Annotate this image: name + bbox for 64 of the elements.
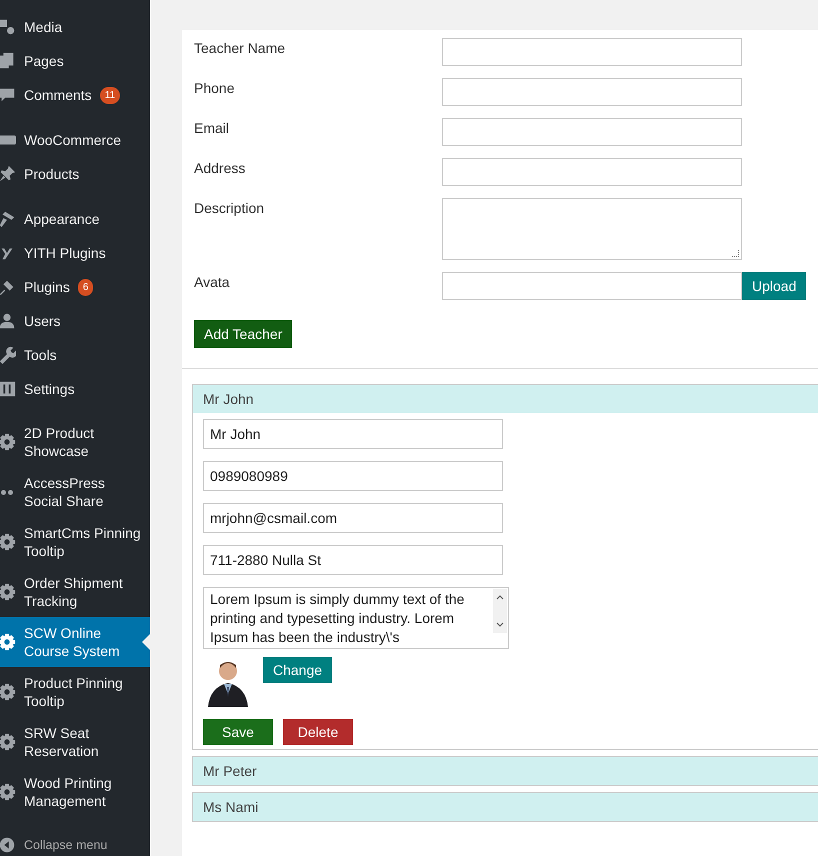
input-field[interactable]: Mr John <box>203 419 503 449</box>
menu-item[interactable]: Settings <box>0 372 150 406</box>
count-badge: 11 <box>100 86 120 104</box>
pages-icon <box>0 52 16 70</box>
user-icon <box>0 312 16 330</box>
input-field[interactable] <box>442 78 742 106</box>
delete-button[interactable]: Delete <box>283 719 353 745</box>
field-label: Avata <box>194 274 231 290</box>
wrench-icon <box>0 346 16 364</box>
input-field[interactable]: 711-2880 Nulla St <box>203 545 503 575</box>
gear-icon <box>0 533 16 551</box>
menu-item[interactable]: Comments 11 <box>0 78 150 112</box>
field-label: Teacher Name <box>194 40 286 56</box>
accordion-header[interactable]: Mr Peter <box>193 757 818 785</box>
input-field[interactable]: 0989080989 <box>203 461 503 491</box>
menu-item[interactable]: Products <box>0 157 150 191</box>
collapse-menu-button[interactable]: Collapse menu <box>0 828 150 856</box>
menu-item[interactable]: Tools <box>0 338 150 372</box>
gear-icon <box>0 433 16 451</box>
field-label: Email <box>194 120 230 136</box>
input-field[interactable] <box>442 272 742 300</box>
menu-item[interactable]: Users <box>0 304 150 338</box>
share-icon <box>1 490 13 494</box>
menu-item[interactable]: Product Pinning Tooltip <box>0 667 150 717</box>
menu-item[interactable]: SRW Seat Reservation <box>0 717 150 767</box>
field-label: Address <box>194 160 246 176</box>
menu-item[interactable]: WooCommerce <box>0 123 150 157</box>
menu-item[interactable]: AccessPress Social Share <box>0 467 150 517</box>
gear-icon <box>0 633 16 651</box>
gear-icon <box>0 733 16 751</box>
field-label: Description <box>194 200 266 216</box>
menu-item[interactable]: Appearance <box>0 202 150 236</box>
accordion-header[interactable]: Ms Nami <box>193 793 818 821</box>
gear-icon <box>0 783 16 801</box>
input-field[interactable] <box>442 118 742 146</box>
input-field[interactable]: mrjohn@csmail.com <box>203 503 503 533</box>
input-field[interactable] <box>442 38 742 66</box>
gear-icon <box>0 683 16 701</box>
menu-item[interactable]: 2D Product Showcase <box>0 417 150 467</box>
gear-icon <box>0 583 16 601</box>
change-button[interactable]: Change <box>263 657 332 683</box>
speech-bubble-icon <box>0 86 16 104</box>
menu-item[interactable]: SCW Online Course System <box>0 617 150 667</box>
menu-pointer <box>142 634 150 650</box>
input-field[interactable] <box>442 158 742 186</box>
menu-item[interactable]: YITH Plugins <box>0 236 150 270</box>
menu-item[interactable]: Plugins 6 <box>0 270 150 304</box>
pin-icon <box>0 165 16 183</box>
media-icon <box>0 18 16 36</box>
menu-item[interactable]: Media <box>0 10 150 44</box>
brush-icon <box>0 210 16 228</box>
count-badge: 6 <box>78 278 94 296</box>
menu-item[interactable]: Pages <box>0 44 150 78</box>
text-area[interactable] <box>442 198 742 260</box>
upload-button[interactable]: Upload <box>742 272 806 300</box>
text-area[interactable]: Lorem Ipsum is simply dummy text of the printing and typesetting industry. Lorem Ipsum has been the industry\'s <box>203 587 509 649</box>
menu-item[interactable]: Order Shipment Tracking <box>0 567 150 617</box>
accordion-header[interactable]: Mr John <box>193 385 818 413</box>
save-button[interactable]: Save <box>203 719 273 745</box>
menu-item[interactable]: Wood Printing Management <box>0 767 150 817</box>
scrollbar-drawing <box>493 589 507 633</box>
field-label: Phone <box>194 80 236 96</box>
menu-item[interactable]: SmartCms Pinning Tooltip <box>0 517 150 567</box>
add-teacher-button[interactable]: Add Teacher <box>194 320 292 348</box>
